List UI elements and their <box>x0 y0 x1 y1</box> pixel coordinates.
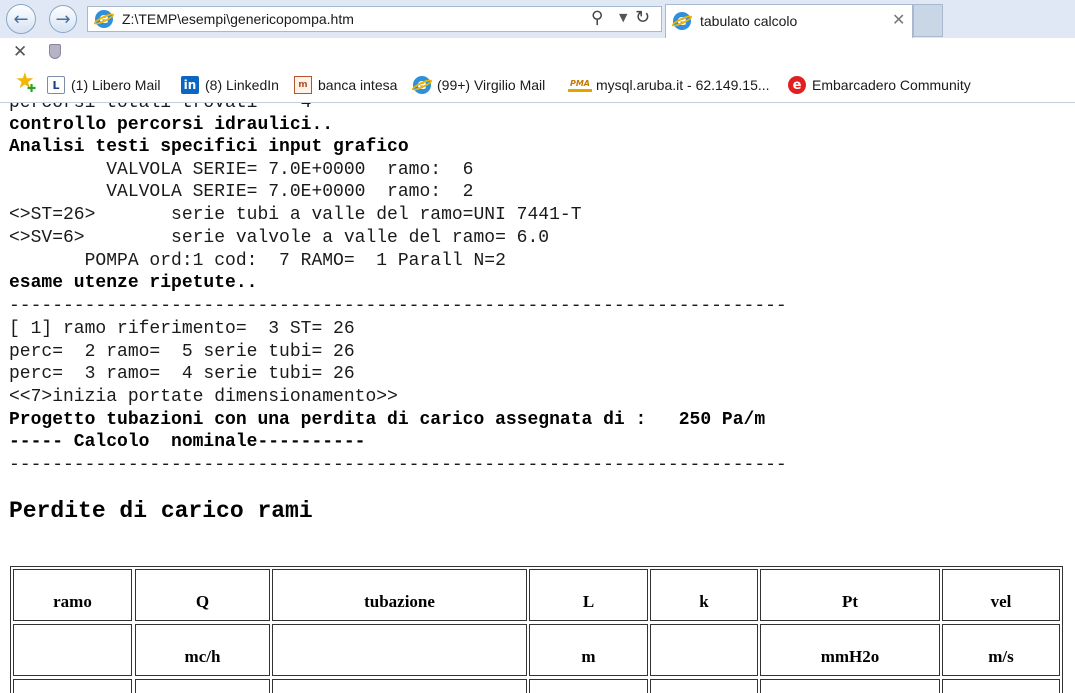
address-url[interactable]: Z:\TEMP\esempi\genericopompa.htm <box>122 11 354 27</box>
command-bar: ✕ <box>0 38 1075 68</box>
favorite-virgilio-mail[interactable]: e (99+) Virgilio Mail <box>410 75 546 95</box>
favorite-label: (99+) Virgilio Mail <box>437 77 546 93</box>
table-cell <box>760 679 940 693</box>
table-unit-cell: m <box>529 624 648 676</box>
favorite-label: mysql.aruba.it - 62.149.15... <box>596 77 770 93</box>
log-line: Progetto tubazioni con una perdita di ca… <box>9 410 766 430</box>
table-cell <box>135 679 270 693</box>
table-cell <box>272 679 527 693</box>
favorite-linkedin[interactable]: in (8) LinkedIn <box>181 75 279 95</box>
table-cell <box>13 679 132 693</box>
tab-label: tabulato calcolo <box>700 13 798 29</box>
back-button[interactable]: ← <box>6 4 36 34</box>
log-line: percorsi totali trovati 4 <box>9 103 312 113</box>
refresh-icon[interactable]: ↻ <box>635 7 650 28</box>
favorite-banca-intesa[interactable]: m banca intesa <box>294 75 397 95</box>
ie-page-icon: e <box>92 10 116 28</box>
log-line: POMPA ord:1 cod: 7 RAMO= 1 Parall N=2 <box>9 251 506 271</box>
section-title: Perdite di carico rami <box>9 498 313 524</box>
log-line: Analisi testi specifici input grafico <box>9 137 409 157</box>
table-unit-cell: mmH2o <box>760 624 940 676</box>
log-line: perc= 3 ramo= 4 serie tubi= 26 <box>9 364 355 384</box>
favorite-embarcadero[interactable]: e Embarcadero Community <box>788 75 971 95</box>
tab-tabulato-calcolo[interactable]: e tabulato calcolo ✕ <box>665 4 913 38</box>
table-header-cell: tubazione <box>272 569 527 621</box>
intesa-icon: m <box>294 76 312 94</box>
table-cell <box>942 679 1060 693</box>
phpmyadmin-icon: PMA <box>568 78 592 92</box>
log-line: <<7>inizia portate dimensionamento>> <box>9 387 398 407</box>
table-unit-cell: m/s <box>942 624 1060 676</box>
table-header-cell: vel <box>942 569 1060 621</box>
log-line: <>ST=26> serie tubi a valle del ramo=UNI… <box>9 205 582 225</box>
page-content: percorsi totali trovati 4 controllo perc… <box>0 103 1075 693</box>
close-icon[interactable]: ✕ <box>892 10 905 29</box>
libero-icon: L <box>47 76 65 94</box>
favorite-label: (1) Libero Mail <box>71 77 161 93</box>
separator-line: ----------------------------------------… <box>9 296 787 316</box>
table-header-cell: Q <box>135 569 270 621</box>
embarcadero-icon: e <box>788 76 806 94</box>
table-unit-cell <box>13 624 132 676</box>
favorites-bar: ★ ✚ L (1) Libero Mail in (8) LinkedIn m … <box>0 68 1075 103</box>
separator-line: ----------------------------------------… <box>9 455 787 475</box>
favorite-label: (8) LinkedIn <box>205 77 279 93</box>
arrow-right-icon: → <box>55 8 71 30</box>
arrow-left-icon: ← <box>13 8 29 30</box>
table-cell <box>529 679 648 693</box>
favorite-label: banca intesa <box>318 77 398 93</box>
table-unit-cell: mc/h <box>135 624 270 676</box>
log-line: controllo percorsi idraulici.. <box>9 115 334 135</box>
log-line: esame utenze ripetute.. <box>9 273 258 293</box>
table-unit-cell <box>272 624 527 676</box>
shield-icon[interactable] <box>49 44 61 59</box>
log-line: <>SV=6> serie valvole a valle del ramo= … <box>9 228 550 248</box>
log-line: VALVOLA SERIE= 7.0E+0000 ramo: 2 <box>9 182 474 202</box>
browser-toolbar: ← → e Z:\TEMP\esempi\genericopompa.htm ⚲… <box>0 0 1075 38</box>
results-table: ramo Q tubazione L k Pt vel mc/h m mmH2o… <box>10 566 1063 693</box>
table-header-cell: Pt <box>760 569 940 621</box>
favorite-label: Embarcadero Community <box>812 77 971 93</box>
favorite-libero-mail[interactable]: L (1) Libero Mail <box>47 75 160 95</box>
favorite-mysql-aruba[interactable]: PMA mysql.aruba.it - 62.149.15... <box>568 75 770 95</box>
close-icon[interactable]: ✕ <box>13 42 27 62</box>
log-line: ----- Calcolo nominale---------- <box>9 432 366 452</box>
table-header-cell: ramo <box>13 569 132 621</box>
table-header-cell: k <box>650 569 758 621</box>
table-header-cell: L <box>529 569 648 621</box>
log-line: VALVOLA SERIE= 7.0E+0000 ramo: 6 <box>9 160 474 180</box>
log-line: [ 1] ramo riferimento= 3 ST= 26 <box>9 319 355 339</box>
new-tab-button[interactable] <box>913 4 943 37</box>
ie-tab-icon: e <box>670 12 694 30</box>
table-unit-cell <box>650 624 758 676</box>
linkedin-icon: in <box>181 76 199 94</box>
address-bar[interactable]: e Z:\TEMP\esempi\genericopompa.htm ⚲ ▼ ↻ <box>87 6 662 32</box>
log-line: perc= 2 ramo= 5 serie tubi= 26 <box>9 342 355 362</box>
forward-button[interactable]: → <box>49 5 77 33</box>
chevron-down-icon[interactable]: ▼ <box>619 11 627 24</box>
add-favorite-icon: ✚ <box>27 82 37 95</box>
ie-icon: e <box>410 76 434 94</box>
search-icon[interactable]: ⚲ <box>591 8 603 28</box>
table-cell <box>650 679 758 693</box>
